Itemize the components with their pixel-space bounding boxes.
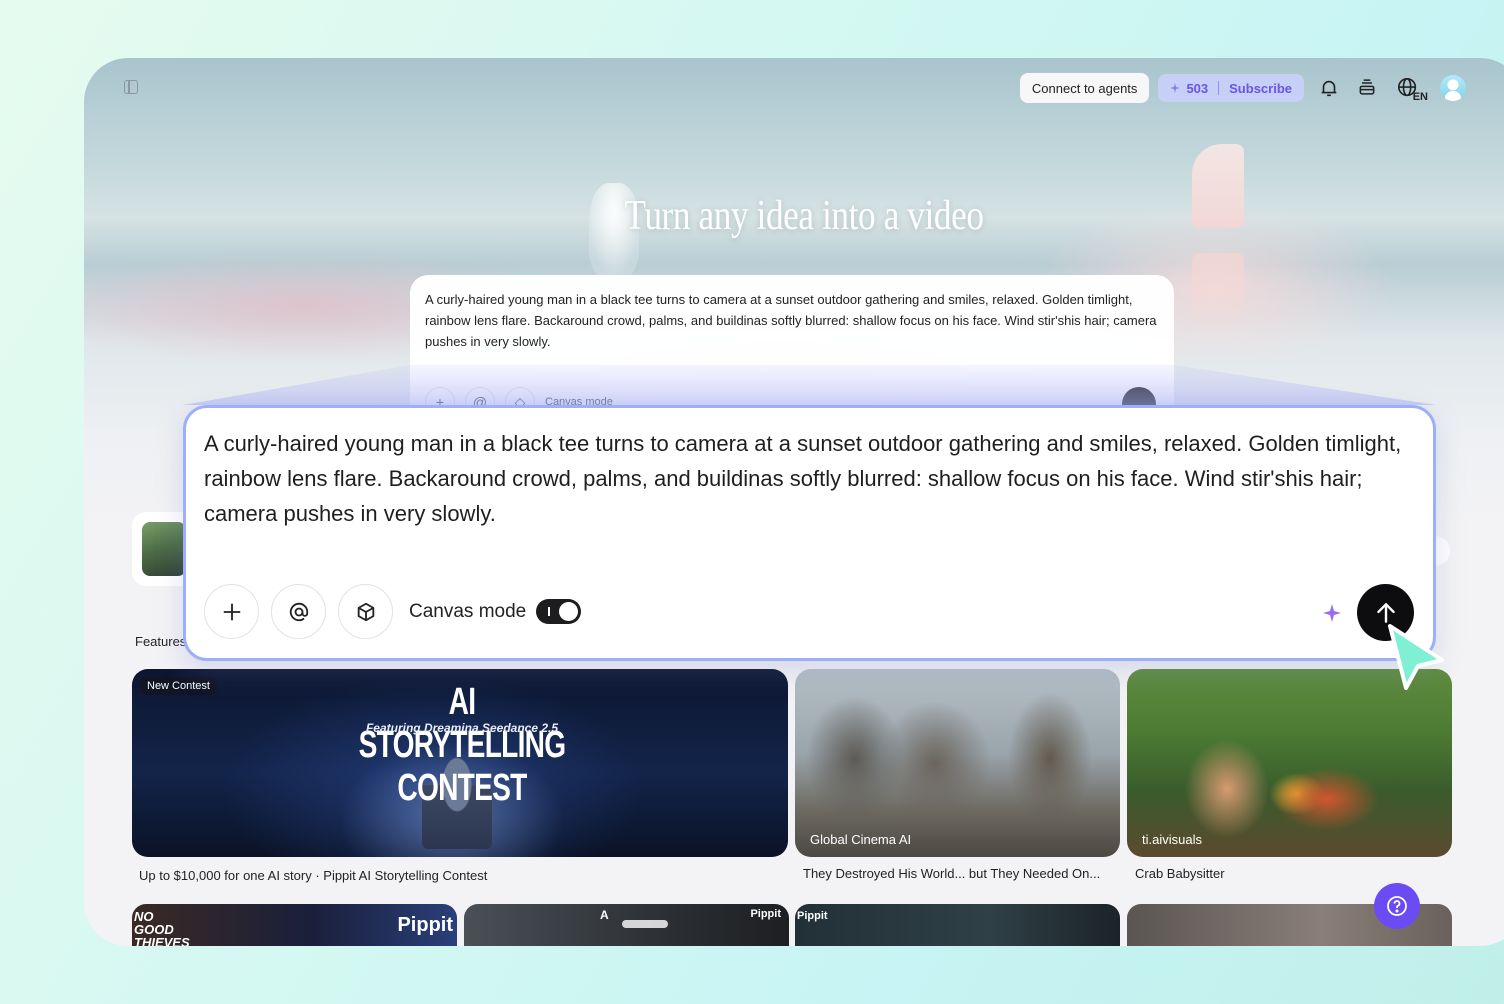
prompt-preview: A curly-haired young man in a black tee … — [410, 275, 1174, 425]
canvas-mode-label: Canvas mode — [409, 600, 527, 622]
language-code: EN — [1412, 91, 1428, 103]
language-button[interactable]: EN — [1392, 75, 1428, 103]
contest-card-subtitle: Featuring Dreamina Seedance 2.5 — [365, 721, 559, 735]
contest-card-title: AI STORYTELLING CONTEST — [358, 681, 566, 809]
sidebar-toggle-icon[interactable] — [124, 80, 138, 94]
poster-letter: A — [600, 908, 609, 922]
video-card-cinema[interactable]: Global Cinema AI — [795, 669, 1120, 857]
video-card[interactable]: Pippit — [795, 904, 1120, 946]
sparkle-icon — [1170, 83, 1181, 93]
video-card-creator: ti.aivisuals — [1142, 832, 1202, 847]
plus-icon — [223, 603, 240, 620]
page-title: Turn any idea into a video — [624, 193, 984, 239]
help-button[interactable] — [1374, 883, 1420, 929]
connect-agents-button[interactable]: Connect to agents — [1019, 73, 1150, 103]
avatar[interactable] — [1440, 75, 1466, 101]
poster-title: NO GOOD THIEVES — [134, 909, 190, 946]
video-card-creator: Global Cinema AI — [810, 832, 912, 847]
sparkle-icon[interactable] — [1323, 604, 1341, 622]
credits-divider — [1218, 81, 1220, 95]
prompt-box[interactable]: A curly-haired young man in a black tee … — [183, 405, 1436, 661]
top-bar: Connect to agents 503 Subscribe EN — [1019, 73, 1466, 103]
cursor-icon — [1388, 624, 1444, 690]
video-card[interactable]: NO GOOD THIEVES Pippit — [132, 904, 457, 946]
pippit-watermark: Pippit — [750, 908, 781, 920]
subscribe-link[interactable]: Subscribe — [1229, 81, 1292, 96]
video-card-crab[interactable]: ti.aivisuals — [1127, 669, 1452, 857]
pippit-watermark: Pippit — [797, 910, 828, 922]
add-attachment-button[interactable] — [204, 584, 259, 639]
canvas-mode-toggle[interactable] — [536, 599, 582, 624]
credits-count: 503 — [1186, 80, 1209, 96]
toggle-knob — [559, 602, 579, 621]
features-heading: Features — [135, 634, 187, 649]
prompt-input[interactable]: A curly-haired young man in a black tee … — [204, 426, 1414, 531]
at-icon — [289, 602, 308, 621]
prompt-toolbar: Canvas mode — [204, 584, 582, 639]
layers-button[interactable] — [1354, 75, 1380, 101]
notifications-button[interactable] — [1316, 75, 1342, 101]
feature-thumbnail[interactable] — [142, 522, 186, 576]
new-contest-badge: New Contest — [140, 677, 217, 695]
model-button[interactable] — [338, 584, 393, 639]
contest-card[interactable]: New Contest AI STORYTELLING CONTEST Feat… — [132, 669, 788, 857]
video-card-title[interactable]: They Destroyed His World... but They Nee… — [803, 866, 1100, 881]
pippit-logo: Pippit — [397, 914, 453, 936]
hero-light-reflection — [1192, 253, 1244, 333]
mention-button[interactable] — [271, 584, 326, 639]
help-icon — [1387, 896, 1407, 916]
cube-icon — [357, 602, 374, 621]
stack-icon — [1359, 79, 1375, 95]
toggle-on-mark — [548, 607, 550, 616]
bell-icon — [1321, 80, 1337, 97]
prompt-preview-text: A curly-haired young man in a black tee … — [425, 292, 1157, 349]
credits-badge[interactable]: 503 Subscribe — [1158, 74, 1304, 102]
contest-card-caption[interactable]: Up to $10,000 for one AI story · Pippit … — [139, 868, 487, 883]
scroll-indicator[interactable] — [622, 920, 668, 928]
video-card-title[interactable]: Crab Babysitter — [1135, 866, 1225, 881]
